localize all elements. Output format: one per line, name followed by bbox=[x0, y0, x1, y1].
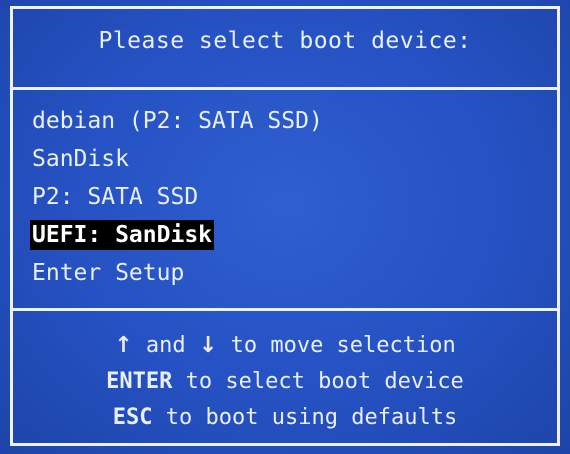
boot-menu-title: Please select boot device: bbox=[98, 28, 472, 54]
boot-option-label: SanDisk bbox=[32, 146, 129, 172]
help-divider bbox=[10, 308, 560, 311]
help-line-esc: ESC to boot using defaults bbox=[10, 400, 560, 436]
boot-option-label: debian (P2: SATA SSD) bbox=[32, 108, 323, 134]
help-text: to boot using defaults bbox=[165, 405, 458, 430]
help-text: and bbox=[145, 333, 186, 358]
boot-option-debian[interactable]: debian (P2: SATA SSD) bbox=[30, 102, 550, 140]
title-divider bbox=[10, 87, 560, 90]
boot-option-enter-setup[interactable]: Enter Setup bbox=[30, 254, 550, 292]
boot-option-label: UEFI: SanDisk bbox=[30, 220, 215, 250]
help-panel: ↑ and ↓ to move selection ENTER to selec… bbox=[10, 328, 560, 436]
boot-option-label: P2: SATA SSD bbox=[32, 184, 199, 210]
boot-option-sata-ssd[interactable]: P2: SATA SSD bbox=[30, 178, 550, 216]
help-text: to select boot device bbox=[185, 369, 464, 394]
help-line-navigate: ↑ and ↓ to move selection bbox=[10, 328, 560, 364]
boot-menu-screen: Please select boot device: debian (P2: S… bbox=[0, 0, 570, 454]
down-arrow-icon: ↓ bbox=[198, 333, 218, 358]
up-arrow-icon: ↑ bbox=[114, 333, 133, 358]
enter-key-label: ENTER bbox=[106, 369, 173, 394]
help-text: to move selection bbox=[230, 333, 456, 358]
boot-option-sandisk[interactable]: SanDisk bbox=[30, 140, 550, 178]
boot-option-label: Enter Setup bbox=[32, 260, 185, 286]
boot-device-list: debian (P2: SATA SSD) SanDisk P2: SATA S… bbox=[30, 102, 550, 292]
esc-key-label: ESC bbox=[112, 405, 153, 430]
boot-option-uefi-sandisk[interactable]: UEFI: SanDisk bbox=[30, 216, 550, 254]
help-line-enter: ENTER to select boot device bbox=[10, 364, 560, 400]
